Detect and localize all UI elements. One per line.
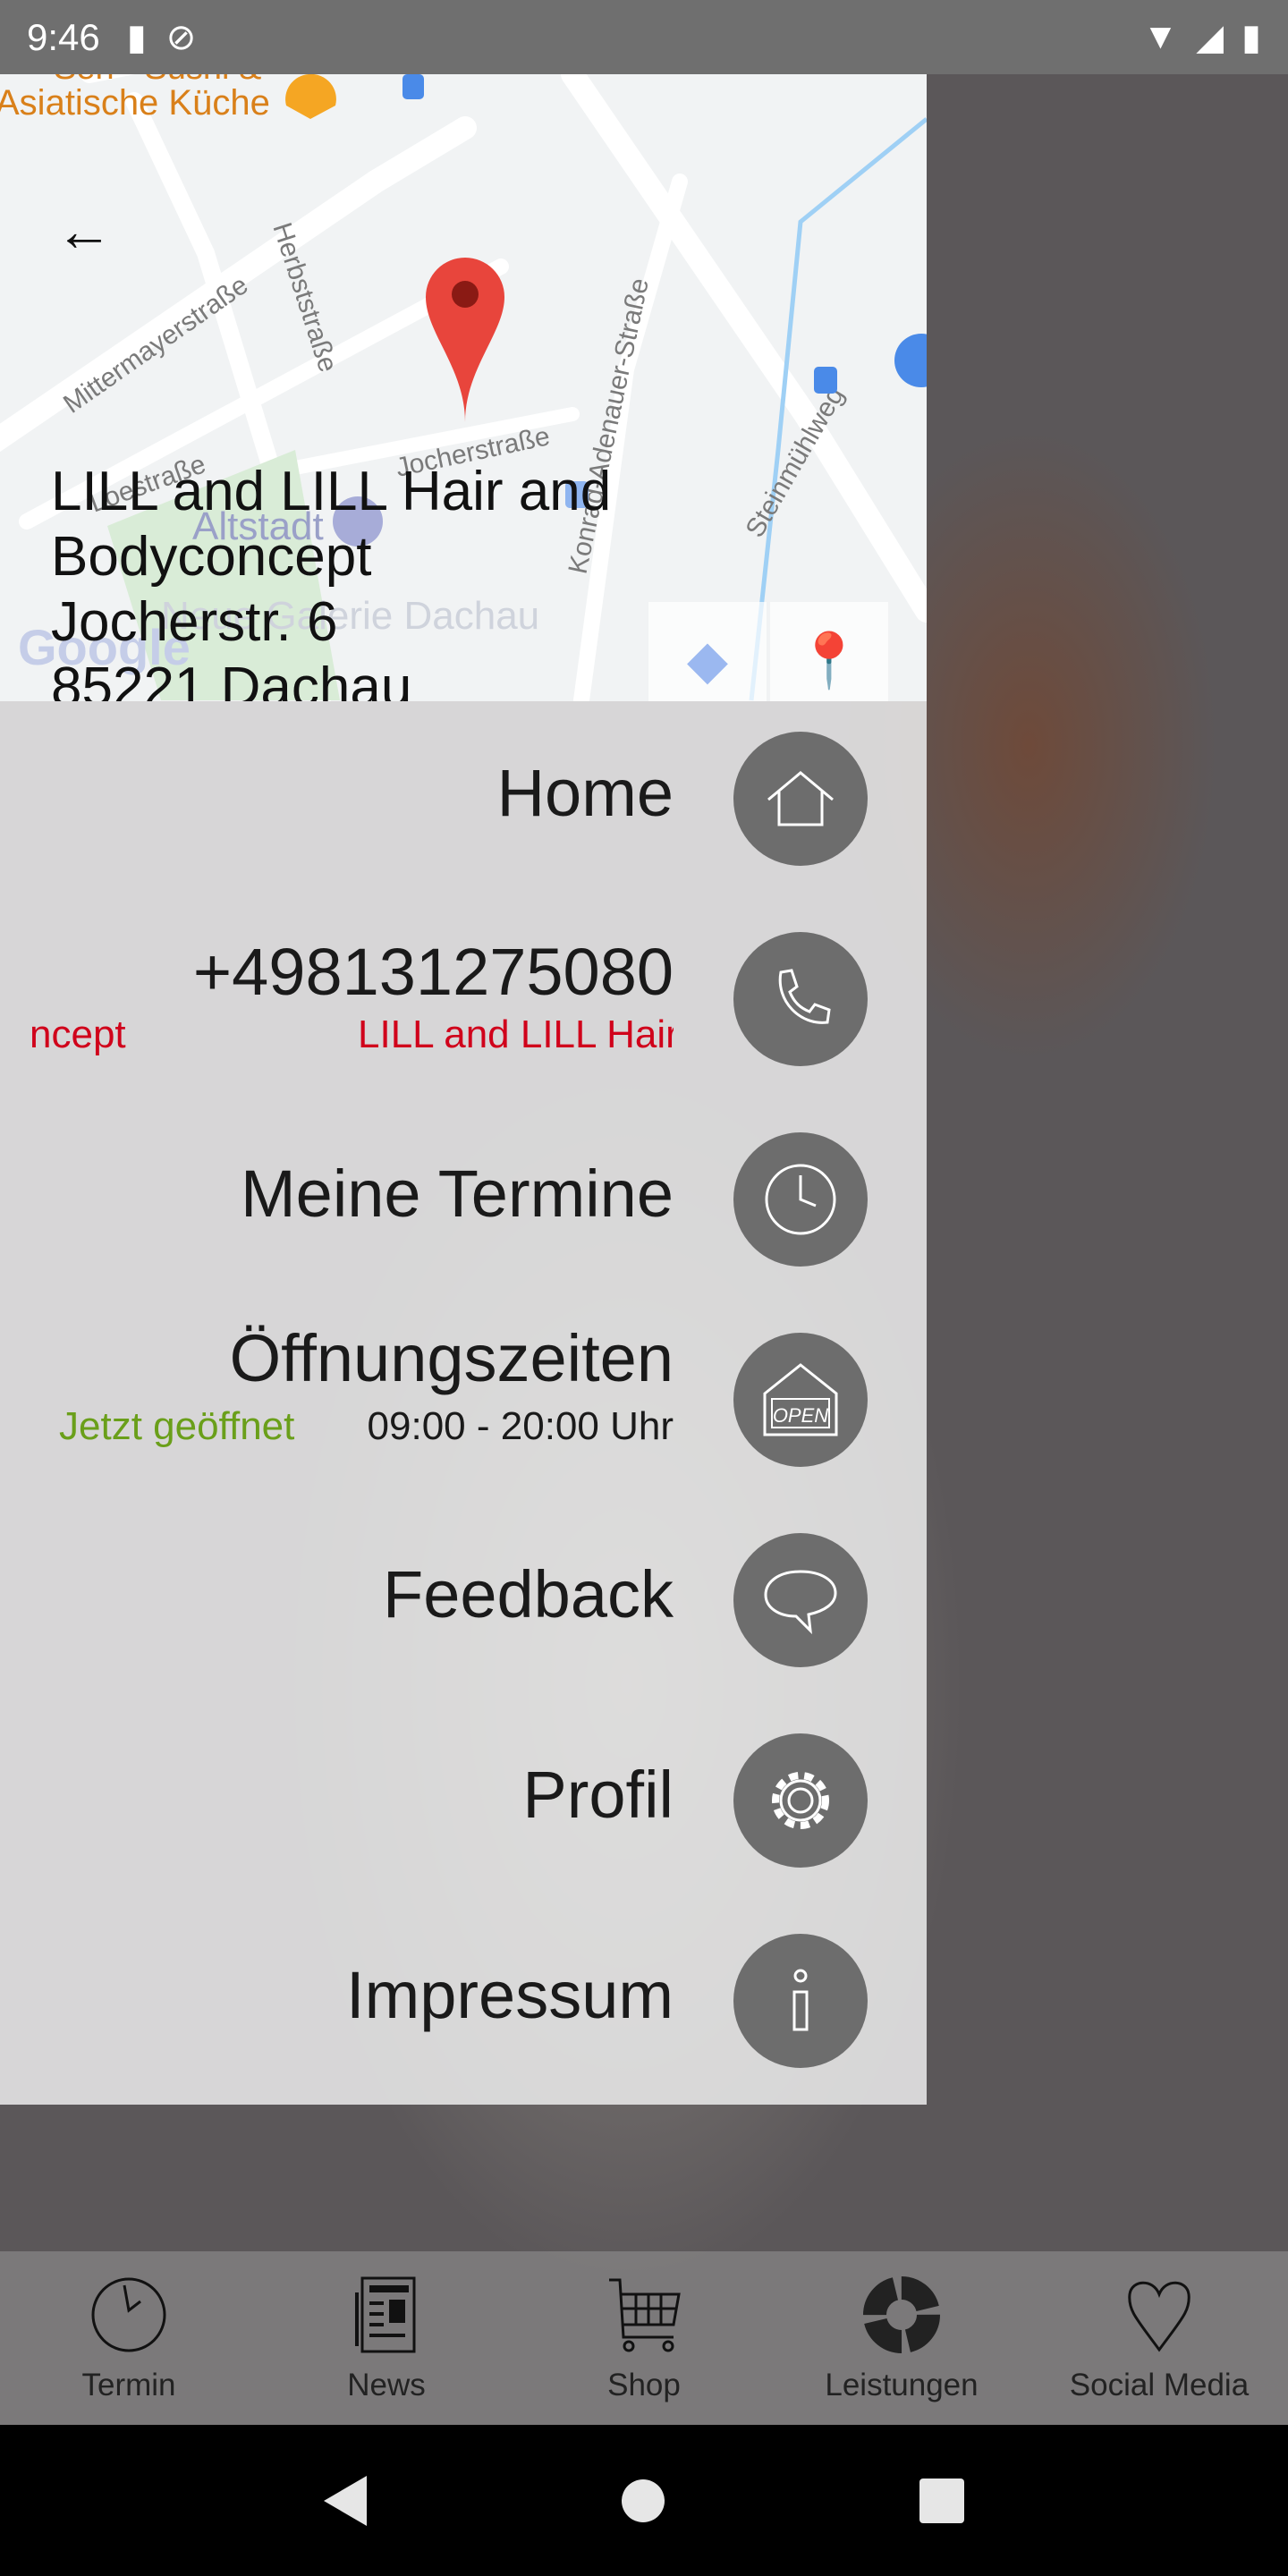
heart-icon bbox=[1128, 2281, 1191, 2352]
nav-label: Social Media bbox=[1069, 2368, 1250, 2402]
menu-item-imprint[interactable]: Impressum bbox=[0, 1903, 927, 2104]
menu-label: Impressum bbox=[346, 1958, 674, 2032]
nav-label: Shop bbox=[607, 2368, 681, 2402]
nav-label: News bbox=[347, 2368, 426, 2402]
recents-square-icon[interactable] bbox=[919, 2478, 964, 2523]
bus-stop-icon bbox=[402, 74, 424, 99]
menu-label: Öffnungszeiten bbox=[229, 1321, 674, 1395]
speech-bubble-icon bbox=[733, 1533, 868, 1667]
phone-icon bbox=[733, 932, 868, 1066]
sd-card-icon: ▮ bbox=[126, 17, 147, 57]
marquee-text: LILL and LILL Hair and Bodyconcept bbox=[358, 1013, 674, 1056]
street-address: Jocherstr. 6 bbox=[51, 591, 338, 653]
gear-icon bbox=[733, 1733, 868, 1868]
nav-label: Leistungen bbox=[825, 2368, 979, 2402]
home-circle-icon[interactable] bbox=[621, 2479, 665, 2522]
lifebuoy-icon bbox=[863, 2276, 940, 2353]
nav-news[interactable]: News bbox=[258, 2251, 515, 2425]
info-icon bbox=[733, 1934, 868, 2068]
bottom-navigation: Termin News Shop Leistungen Social Media bbox=[0, 2251, 1288, 2425]
no-sync-icon: ⊘ bbox=[165, 17, 197, 57]
wifi-icon: ▼ bbox=[1142, 16, 1179, 56]
menu-item-home[interactable]: Home bbox=[0, 701, 927, 902]
poi-label: Asiatische Küche bbox=[0, 83, 270, 123]
shopping-icon bbox=[894, 334, 927, 387]
opening-time: 09:00 - 20:00 Uhr bbox=[367, 1404, 674, 1448]
marquee-text: ncept bbox=[30, 1013, 126, 1056]
open-sign-icon: OPEN bbox=[733, 1333, 868, 1467]
side-menu: Home +498131275080 ncept LILL and LILL H… bbox=[0, 701, 927, 2105]
nav-label: Termin bbox=[81, 2368, 176, 2402]
back-arrow-icon[interactable]: ← bbox=[55, 199, 118, 262]
menu-label: Home bbox=[496, 756, 674, 830]
clock-icon bbox=[733, 1132, 868, 1267]
newspaper-icon bbox=[355, 2276, 416, 2353]
map-view[interactable]: Mittermayerstraße Herbststraße Jocherstr… bbox=[0, 74, 927, 701]
google-maps-icon: 📍 bbox=[795, 630, 863, 691]
back-triangle-icon[interactable] bbox=[324, 2475, 368, 2526]
menu-item-appointments[interactable]: Meine Termine bbox=[0, 1102, 927, 1302]
menu-item-profile[interactable]: Profil bbox=[0, 1703, 927, 1903]
shopping-cart-icon bbox=[609, 2278, 681, 2352]
nav-shop[interactable]: Shop bbox=[515, 2251, 773, 2425]
clock-icon bbox=[91, 2277, 166, 2352]
nav-social-media[interactable]: Social Media bbox=[1030, 2251, 1288, 2425]
city-address: 85221 Dachau bbox=[51, 657, 412, 701]
open-sign-text: OPEN bbox=[773, 1404, 828, 1427]
nav-termin[interactable]: Termin bbox=[0, 2251, 258, 2425]
battery-icon: ▮ bbox=[1241, 17, 1261, 57]
directions-icon: ◆ bbox=[686, 630, 729, 690]
home-icon bbox=[733, 732, 868, 866]
menu-label: Profil bbox=[522, 1758, 674, 1832]
directions-button[interactable]: ◆ bbox=[648, 602, 767, 701]
menu-label: Meine Termine bbox=[241, 1157, 674, 1231]
street-label: Mittermayerstraße bbox=[58, 270, 253, 419]
system-navigation-bar bbox=[0, 2425, 1288, 2576]
open-maps-button[interactable]: 📍 bbox=[770, 602, 888, 701]
menu-item-opening-hours[interactable]: Öffnungszeiten Jetzt geöffnet 09:00 - 20… bbox=[0, 1302, 927, 1503]
location-pin-icon bbox=[426, 258, 504, 422]
menu-item-feedback[interactable]: Feedback bbox=[0, 1503, 927, 1703]
phone-number: +498131275080 bbox=[192, 935, 674, 1009]
restaurant-pin-icon bbox=[285, 74, 336, 119]
menu-item-phone[interactable]: +498131275080 ncept LILL and LILL Hair a… bbox=[0, 902, 927, 1102]
bus-stop-icon bbox=[814, 367, 837, 394]
nav-leistungen[interactable]: Leistungen bbox=[773, 2251, 1030, 2425]
signal-icon: ◢ bbox=[1196, 17, 1224, 57]
business-name-cont: Bodyconcept bbox=[51, 526, 372, 588]
address-block: LILL and LILL Hair and Bodyconcept Joche… bbox=[51, 459, 611, 701]
menu-label: Feedback bbox=[383, 1557, 674, 1631]
status-bar: 9:46 ▮ ⊘ ▼ ◢ ▮ bbox=[0, 0, 1288, 74]
status-time: 9:46 bbox=[27, 15, 100, 58]
open-status: Jetzt geöffnet bbox=[59, 1404, 295, 1448]
business-name: LILL and LILL Hair and bbox=[51, 461, 612, 522]
